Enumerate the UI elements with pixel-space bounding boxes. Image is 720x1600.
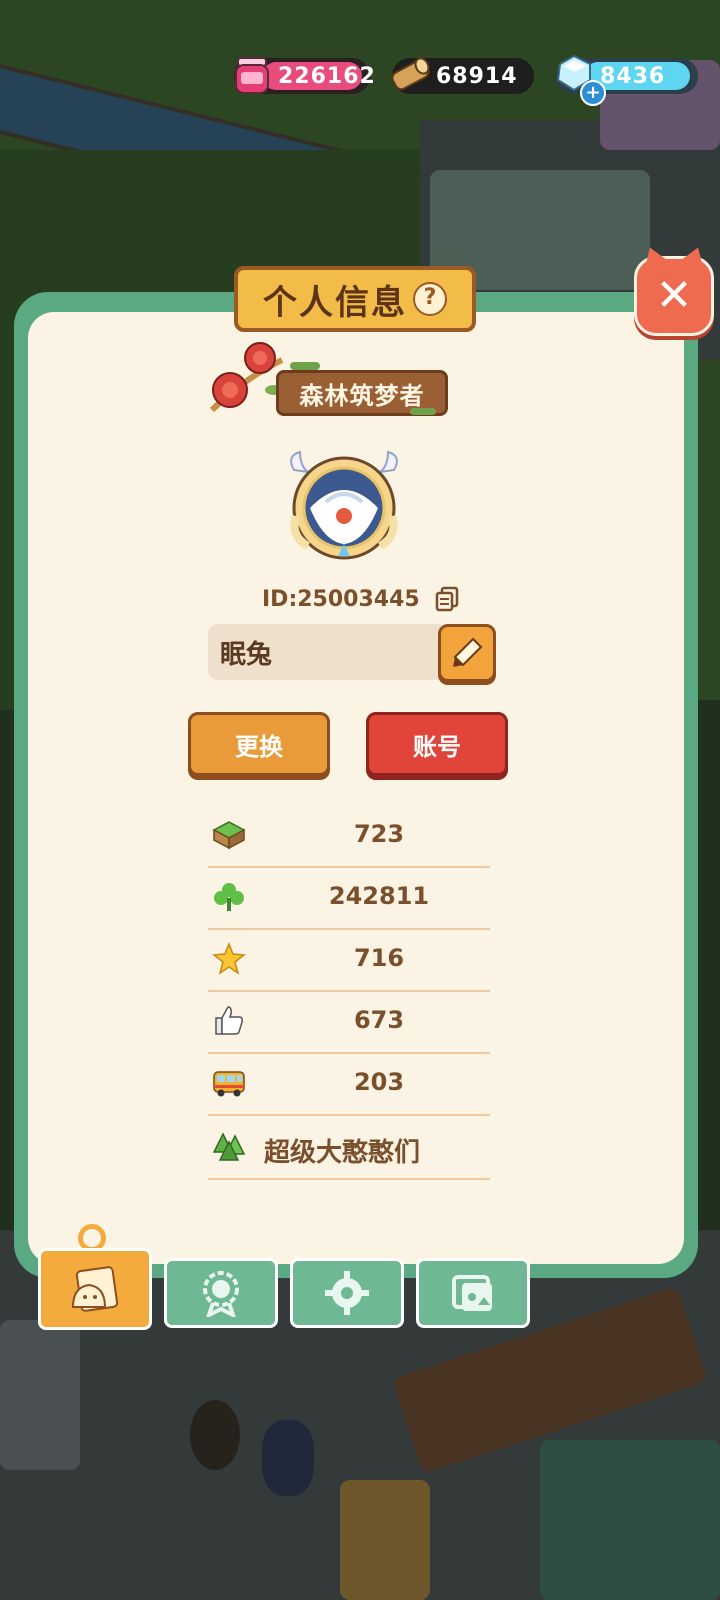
stat-row-guild: 超级大憨憨们 (208, 1116, 490, 1180)
star-icon (212, 942, 246, 975)
badge-icon (203, 1271, 239, 1317)
help-icon[interactable]: ? (413, 282, 447, 316)
grass-block-icon (212, 821, 246, 850)
copy-icon[interactable] (434, 586, 460, 612)
add-gems-button[interactable]: + (580, 80, 606, 106)
close-button[interactable]: ✕ (634, 243, 714, 336)
nickname-value: 眠兔 (220, 639, 273, 670)
bus-value: 203 (353, 1068, 405, 1096)
stat-row-bus: 203 (208, 1052, 490, 1116)
account-button[interactable]: 账号 (366, 712, 508, 776)
title-badge-text: 森林筑梦者 (299, 381, 425, 410)
stat-row-star: 716 (208, 928, 490, 992)
stat-row-land: 723 (208, 804, 490, 868)
land-value: 723 (353, 820, 405, 848)
tab-album[interactable] (416, 1258, 530, 1328)
jam-currency[interactable]: 226162 (234, 57, 375, 94)
change-label: 更换 (235, 732, 283, 761)
stat-row-clover: 242811 (208, 866, 490, 930)
clover-icon (214, 883, 244, 911)
vine-decoration (290, 362, 320, 370)
tab-settings[interactable] (290, 1258, 404, 1328)
bus-icon (213, 1071, 245, 1097)
vine-decoration-2 (410, 408, 436, 415)
player-id: ID:25003445 (262, 586, 420, 612)
account-label: 账号 (413, 732, 461, 761)
wood-currency[interactable]: 68914 (391, 57, 534, 94)
jam-jar-icon (235, 57, 269, 94)
close-icon: ✕ (655, 270, 693, 321)
nickname-field[interactable]: 眠兔 (208, 624, 448, 680)
star-value: 716 (353, 944, 405, 972)
wood-log-icon (391, 57, 430, 91)
panel-title: 个人信息 (263, 282, 407, 323)
tree-icon (212, 1132, 246, 1161)
guild-name: 超级大憨憨们 (264, 1138, 421, 1168)
thumbs-up-icon (215, 1006, 243, 1035)
profile-card-icon (71, 1266, 119, 1312)
gem-currency[interactable]: + 8436 (556, 54, 698, 106)
photo-album-icon (452, 1275, 492, 1311)
pencil-icon (453, 637, 483, 667)
edit-nickname-button[interactable] (438, 624, 496, 682)
panel-title-ribbon: 个人信息 ? (234, 266, 476, 332)
change-avatar-button[interactable]: 更换 (188, 712, 330, 776)
clover-value: 242811 (328, 882, 430, 910)
likes-value: 673 (353, 1006, 405, 1034)
gear-icon (325, 1271, 369, 1315)
stat-row-likes: 673 (208, 990, 490, 1054)
avatar[interactable] (280, 446, 408, 564)
player-id-row: ID:25003445 (262, 584, 460, 614)
tab-badges[interactable] (164, 1258, 278, 1328)
tab-profile[interactable] (38, 1248, 152, 1330)
